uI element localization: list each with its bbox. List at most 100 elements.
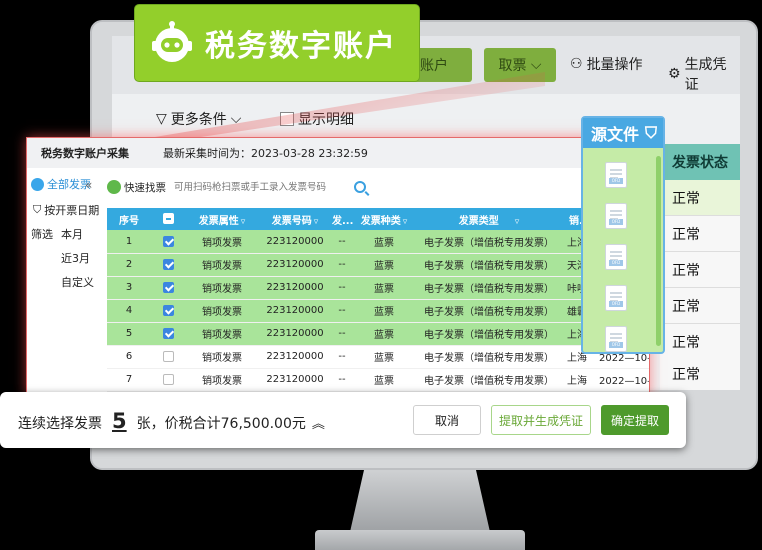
all-invoices-item[interactable]: 全部发票 — [31, 176, 91, 192]
batch-op-label: 批量操作 — [586, 57, 643, 73]
grid-icon — [31, 177, 44, 191]
table-row[interactable]: 4 销项发票 223120000 -- 蓝票 电子发票（增值税专用发票） 雄霸 — [107, 299, 649, 323]
filter-icon[interactable]: ▿ — [515, 217, 520, 227]
row-checkbox — [151, 345, 185, 369]
filter-option-custom[interactable]: 自定义 — [61, 274, 94, 290]
row-checkbox[interactable] — [162, 235, 174, 247]
invoice-kind: 蓝票 — [353, 322, 415, 346]
invoice-search-input[interactable] — [172, 177, 348, 197]
invoice-number: 223120000 — [259, 253, 331, 277]
row-index: 3 — [107, 276, 151, 300]
file-line — [610, 255, 622, 257]
row-index: 6 — [107, 345, 151, 369]
table-row[interactable]: 1 销项发票 223120000 -- 蓝票 电子发票（增值税专用发票） 上海 — [107, 230, 649, 254]
search-icon[interactable] — [354, 181, 366, 193]
fetch-label: 取票 — [498, 58, 527, 74]
invoice-attr: 销项发票 — [185, 276, 259, 300]
filter-list-icon[interactable]: ⛉ — [645, 123, 657, 143]
table-row[interactable]: 5 销项发票 223120000 -- 蓝票 电子发票（增值税专用发票） 上海 — [107, 322, 649, 346]
invoice-issuer: -- — [331, 322, 353, 346]
invoice-number: 223120000 — [259, 276, 331, 300]
selection-count: 5 — [112, 409, 127, 433]
invoice-attr: 销项发票 — [185, 322, 259, 346]
invoice-attr: 销项发票 — [185, 368, 259, 392]
scrollbar[interactable] — [656, 156, 661, 346]
file-line — [610, 296, 622, 298]
col-header-number[interactable]: 发票号码 ▿ — [259, 208, 331, 230]
filter-icon[interactable]: ▿ — [241, 217, 246, 227]
table-row[interactable]: 6 销项发票 223120000 -- 蓝票 电子发票（增值税专用发票） 上海 2022—10… — [107, 345, 649, 369]
invoice-type: 电子发票（增值税专用发票） — [415, 368, 563, 392]
date-filter-label: 按开票日期 — [44, 204, 100, 217]
filter-option-3-months[interactable]: 近3月 — [61, 250, 90, 266]
source-file-panel: 源文件 ⛉ OFD OFD OFD OFD OFD — [581, 116, 665, 354]
chevron-down-icon: ⌵ — [530, 57, 542, 73]
filter-option-this-month[interactable]: 本月 — [61, 226, 83, 242]
quick-search-label: 快速找票 — [107, 180, 166, 195]
col-header-index: 序号 — [107, 208, 151, 230]
ofd-file-icon[interactable]: OFD — [605, 326, 627, 352]
row-index: 2 — [107, 253, 151, 277]
invoice-attr: 销项发票 — [185, 299, 259, 323]
invoice-kind: 蓝票 — [353, 368, 415, 392]
row-checkbox — [151, 276, 185, 300]
col-header-attr[interactable]: 发票属性 ▿ — [185, 208, 259, 230]
row-checkbox[interactable] — [162, 258, 174, 270]
status-cell: 正常 — [660, 288, 740, 324]
row-checkbox[interactable] — [162, 373, 174, 385]
status-column-header: 发票状态 — [660, 144, 740, 180]
file-type-tag: OFD — [609, 260, 623, 266]
row-checkbox[interactable] — [162, 350, 174, 362]
invoice-number: 223120000 — [259, 322, 331, 346]
confirm-extract-button[interactable]: 确定提取 — [601, 405, 669, 435]
ofd-file-icon[interactable]: OFD — [605, 162, 627, 188]
date-filter-item[interactable]: ⛉ 按开票日期 — [33, 202, 99, 218]
extract-generate-voucher-button[interactable]: 提取并生成凭证 — [491, 405, 591, 435]
status-cell: 正常 — [660, 180, 740, 216]
ofd-file-icon[interactable]: OFD — [605, 203, 627, 229]
chevron-up-icon[interactable]: ︽ — [312, 413, 325, 432]
ofd-file-icon[interactable]: OFD — [605, 244, 627, 270]
invoice-kind: 蓝票 — [353, 345, 415, 369]
row-checkbox — [151, 253, 185, 277]
col-header-issuer: 发... — [331, 208, 353, 230]
file-line — [610, 214, 622, 216]
invoice-attr: 销项发票 — [185, 230, 259, 254]
row-checkbox[interactable] — [162, 304, 174, 316]
file-line — [610, 251, 622, 253]
source-file-title: 源文件 — [591, 125, 640, 144]
invoice-date: 2022—10—10 — [599, 376, 649, 387]
col-header-kind[interactable]: 发票种类 ▿ — [353, 208, 415, 230]
collapse-icon[interactable]: « — [85, 178, 92, 192]
table-row[interactable]: 3 销项发票 223120000 -- 蓝票 电子发票（增值税专用发票） 咔嗖 — [107, 276, 649, 300]
row-checkbox — [151, 368, 185, 392]
file-line — [610, 337, 622, 339]
col-header-type[interactable]: 发票类型 ▿ — [415, 208, 563, 230]
batch-operation-button[interactable]: ⚇ 批量操作 — [570, 54, 643, 74]
cancel-button[interactable]: 取消 — [413, 405, 481, 435]
col-header-type-label: 发票类型 — [458, 215, 499, 227]
table-row[interactable]: 2 销项发票 223120000 -- 蓝票 电子发票（增值税专用发票） 天津 — [107, 253, 649, 277]
row-checkbox[interactable] — [162, 281, 174, 293]
invoice-attr: 销项发票 — [185, 345, 259, 369]
seller-name: 上海 — [567, 376, 587, 387]
selection-total: 张，价税合计76,500.00元 — [136, 416, 306, 432]
banner-title: 税务数字账户 — [205, 29, 397, 64]
source-file-header: 源文件 ⛉ — [583, 118, 663, 148]
row-checkbox[interactable] — [162, 327, 174, 339]
select-all-checkbox[interactable] — [162, 213, 174, 225]
generate-voucher-button[interactable]: ⚙ 生成凭证 — [668, 54, 740, 94]
filter-icon[interactable]: ▿ — [403, 217, 408, 227]
title-banner: 税务数字账户 — [135, 5, 419, 81]
filter-icon[interactable]: ▿ — [314, 217, 319, 227]
status-cell: 正常 — [660, 356, 740, 390]
col-header-select[interactable] — [151, 208, 185, 230]
row-index: 1 — [107, 230, 151, 254]
last-collect-label: 最新采集时间为： — [163, 147, 251, 160]
ofd-file-icon[interactable]: OFD — [605, 285, 627, 311]
more-filters-label: 更多条件 — [170, 112, 227, 128]
dialog-title: 税务数字账户采集 — [41, 147, 129, 160]
invoice-issuer: -- — [331, 299, 353, 323]
table-row[interactable]: 7 销项发票 223120000 -- 蓝票 电子发票（增值税专用发票） 上海 2022—10… — [107, 368, 649, 392]
invoice-type: 电子发票（增值税专用发票） — [415, 276, 563, 300]
